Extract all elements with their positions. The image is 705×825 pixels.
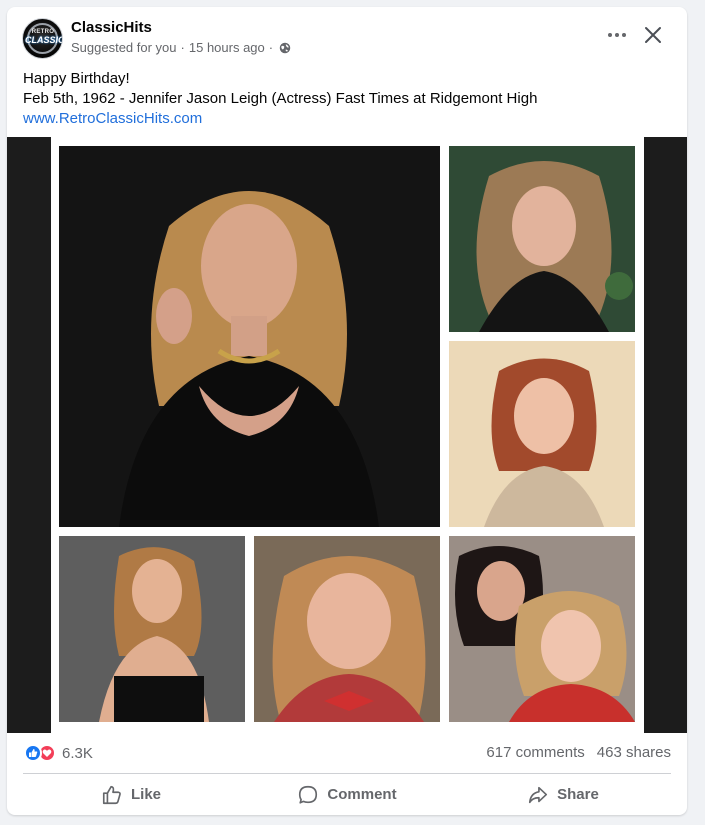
post-text: Happy Birthday! Feb 5th, 1962 - Jennifer… bbox=[23, 69, 673, 129]
post-header: RETRO CLASSIC ClassicHits Suggested for … bbox=[7, 7, 687, 67]
post-timestamp[interactable]: 15 hours ago bbox=[189, 40, 265, 55]
page-name-link[interactable]: ClassicHits bbox=[71, 19, 152, 36]
post-actions: Like Comment Share bbox=[23, 774, 671, 815]
comments-count-link[interactable]: 617 comments bbox=[486, 744, 584, 761]
strapless-dress-photo[interactable] bbox=[59, 536, 245, 722]
post-card: RETRO CLASSIC ClassicHits Suggested for … bbox=[7, 7, 687, 815]
globe-icon[interactable] bbox=[279, 42, 291, 54]
comment-icon bbox=[299, 785, 318, 804]
like-label: Like bbox=[130, 786, 161, 803]
two-women-movie-still-photo[interactable] bbox=[449, 536, 635, 722]
more-horizontal-icon bbox=[608, 33, 626, 37]
like-button[interactable]: Like bbox=[23, 774, 239, 815]
comment-button[interactable]: Comment bbox=[239, 774, 455, 815]
post-meta: Suggested for you · 15 hours ago · bbox=[71, 40, 291, 55]
smiling-movie-still-photo[interactable] bbox=[254, 536, 440, 722]
page-avatar[interactable]: RETRO CLASSIC bbox=[22, 18, 63, 59]
post-media[interactable] bbox=[7, 137, 687, 733]
young-portrait-photo[interactable] bbox=[449, 146, 635, 332]
share-icon bbox=[529, 786, 548, 803]
more-options-button[interactable] bbox=[605, 23, 629, 47]
reaction-count: 6.3K bbox=[62, 744, 93, 762]
suggestion-label: Suggested for you bbox=[71, 40, 177, 55]
post-text-line2: Feb 5th, 1962 - Jennifer Jason Leigh (Ac… bbox=[23, 90, 538, 107]
engagement-bar: 6.3K 617 comments 463 shares bbox=[7, 733, 687, 773]
red-hair-portrait-photo[interactable] bbox=[449, 341, 635, 527]
like-reaction-icon bbox=[24, 744, 42, 762]
reactions-summary[interactable]: 6.3K bbox=[24, 744, 93, 762]
comment-label: Comment bbox=[327, 786, 397, 803]
shares-count-link[interactable]: 463 shares bbox=[597, 744, 671, 761]
photo-collage[interactable] bbox=[51, 137, 644, 733]
post-website-link[interactable]: www.RetroClassicHits.com bbox=[23, 109, 673, 129]
share-button[interactable]: Share bbox=[455, 774, 671, 815]
close-button[interactable] bbox=[641, 23, 665, 47]
meta-separator: · bbox=[268, 40, 274, 55]
close-icon bbox=[645, 27, 661, 43]
thumbs-up-icon bbox=[102, 785, 121, 804]
engagement-counts: 617 comments 463 shares bbox=[486, 744, 671, 761]
post-text-line1: Happy Birthday! bbox=[23, 70, 130, 87]
avatar-logo-line2: CLASSIC bbox=[25, 35, 63, 45]
share-label: Share bbox=[557, 786, 599, 803]
main-portrait-photo[interactable] bbox=[59, 146, 440, 527]
meta-separator: · bbox=[180, 40, 185, 55]
